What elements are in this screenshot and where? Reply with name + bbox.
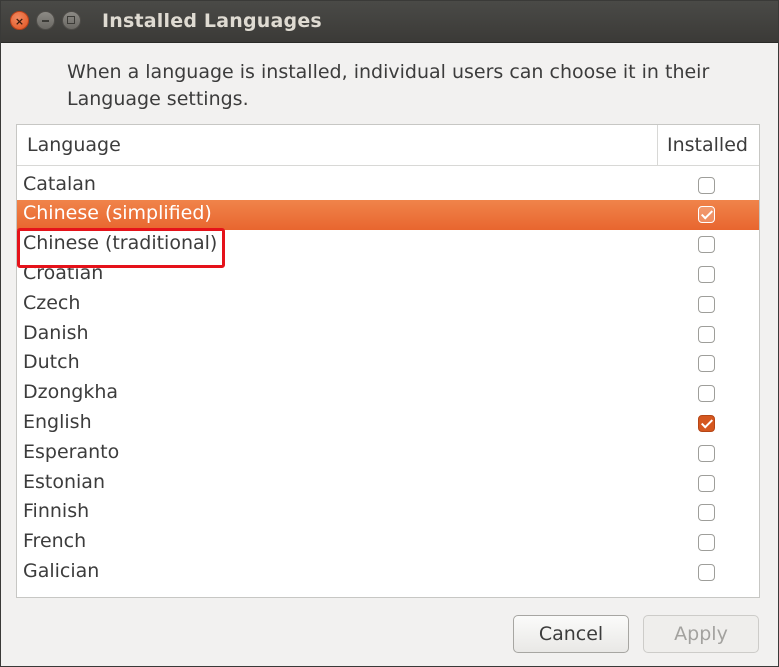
language-name: French [23,530,87,553]
language-name: Esperanto [23,440,120,463]
table-row[interactable]: Esperanto [17,439,759,469]
close-icon: × [14,15,25,28]
language-name: English [23,410,92,433]
installed-checkbox[interactable] [698,534,715,552]
cancel-button[interactable]: Cancel [513,615,629,653]
table-rows: BulgarianBurmeseCatalanChinese (simplifi… [17,125,759,588]
installed-checkbox[interactable] [698,206,715,224]
language-name: Dutch [23,351,80,374]
installed-checkbox[interactable] [698,504,715,522]
table-row[interactable]: English [17,409,759,439]
table-row[interactable]: French [17,528,759,558]
language-name: Estonian [23,470,105,493]
table-row[interactable]: Chinese (simplified) [17,200,759,231]
installed-checkbox[interactable] [698,563,715,581]
language-name: Catalan [23,172,96,195]
table-row[interactable]: Dutch [17,349,759,379]
installed-checkbox[interactable] [698,444,715,462]
installed-checkbox[interactable] [698,176,715,194]
installed-checkbox[interactable] [698,355,715,373]
language-name: Danish [23,321,89,344]
close-window-button[interactable]: × [10,11,29,30]
table-row[interactable]: Danish [17,320,759,350]
table-row[interactable]: Estonian [17,469,759,499]
table-row[interactable]: Dzongkha [17,379,759,409]
installed-checkbox[interactable] [698,295,715,313]
maximize-window-button[interactable] [62,11,81,30]
title-bar[interactable]: × Installed Languages [1,1,778,43]
apply-button[interactable]: Apply [643,615,759,653]
column-header-installed[interactable]: Installed [657,125,759,165]
language-name: Dzongkha [23,381,119,404]
languages-table[interactable]: Language Installed BulgarianBurmeseCatal… [16,124,760,598]
language-name: Chinese (simplified) [23,202,212,225]
minimize-window-button[interactable] [36,11,55,30]
table-row[interactable]: Croatian [17,260,759,290]
table-row[interactable]: Czech [17,290,759,320]
table-row[interactable]: Catalan [17,171,759,201]
table-row[interactable]: Chinese (traditional) [17,230,759,260]
language-name: Finnish [23,500,90,523]
installed-languages-window: × Installed Languages When a language is… [0,0,779,667]
installed-checkbox[interactable] [698,385,715,403]
installed-checkbox[interactable] [698,236,715,254]
column-header-language[interactable]: Language [27,134,121,156]
table-header: Language Installed [17,125,759,166]
language-name: Chinese (traditional) [23,232,218,255]
language-name: Galician [23,559,100,582]
installed-checkbox[interactable] [698,474,715,492]
installed-checkbox[interactable] [698,325,715,343]
table-row[interactable]: Finnish [17,498,759,528]
description-text: When a language is installed, individual… [67,61,710,110]
installed-checkbox[interactable] [698,414,715,432]
window-title: Installed Languages [102,10,322,32]
language-name: Croatian [23,261,104,284]
table-row[interactable]: Galician [17,558,759,588]
installed-checkbox[interactable] [698,265,715,283]
language-name: Czech [23,291,81,314]
